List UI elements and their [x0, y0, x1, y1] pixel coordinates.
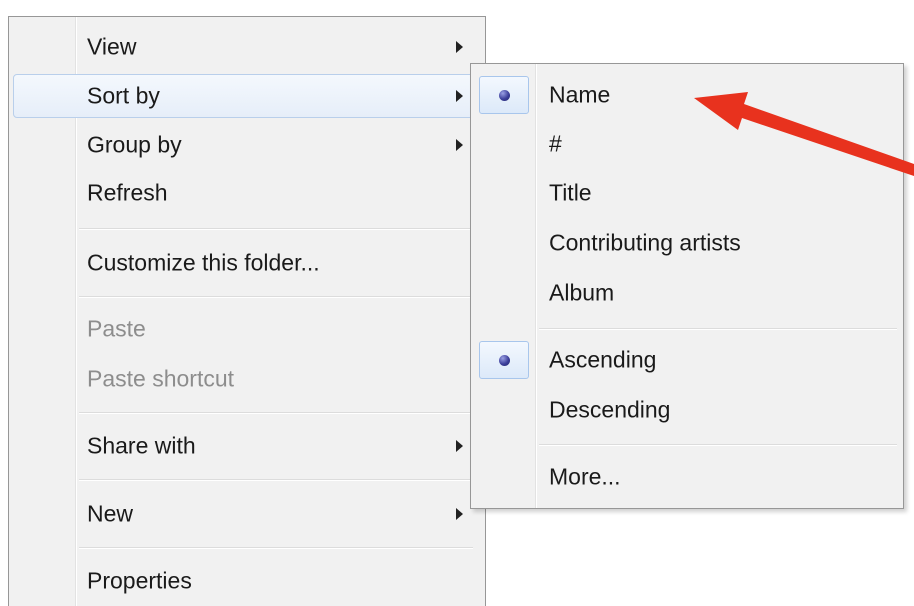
radio-checked-indicator	[479, 341, 529, 379]
menu-item-paste[interactable]: Paste	[13, 307, 479, 351]
sort-option-number[interactable]: #	[475, 122, 899, 166]
menu-item-customize-folder[interactable]: Customize this folder...	[13, 241, 479, 285]
menu-item-paste-shortcut[interactable]: Paste shortcut	[13, 357, 479, 401]
sort-option-more[interactable]: More...	[475, 455, 899, 499]
menu-separator	[539, 444, 897, 446]
menu-item-label: Customize this folder...	[87, 249, 320, 276]
menu-item-label: Paste	[87, 315, 146, 342]
submenu-arrow-icon	[456, 440, 463, 452]
menu-item-share-with[interactable]: Share with	[13, 424, 479, 468]
radio-checked-indicator	[479, 76, 529, 114]
menu-item-group-by[interactable]: Group by	[13, 123, 479, 167]
submenu-arrow-icon	[456, 508, 463, 520]
sort-order-descending[interactable]: Descending	[475, 388, 899, 432]
menu-item-refresh[interactable]: Refresh	[13, 171, 479, 215]
radio-dot-icon	[498, 354, 510, 366]
menu-separator	[79, 547, 473, 549]
sort-option-title[interactable]: Title	[475, 171, 899, 215]
menu-item-view[interactable]: View	[13, 25, 479, 69]
menu-item-sort-by[interactable]: Sort by	[13, 74, 479, 118]
menu-item-label: Refresh	[87, 179, 168, 206]
menu-separator	[79, 412, 473, 414]
radio-dot-icon	[498, 89, 510, 101]
menu-item-label: Group by	[87, 131, 182, 158]
screen: View Sort by Group by Refresh Customize …	[0, 0, 914, 606]
submenu-arrow-icon	[456, 139, 463, 151]
menu-separator	[539, 328, 897, 330]
menu-item-label: Properties	[87, 567, 192, 594]
menu-item-properties[interactable]: Properties	[13, 559, 479, 603]
sort-option-name[interactable]: Name	[475, 73, 899, 117]
menu-item-label: Sort by	[87, 82, 160, 109]
sort-option-contributing-artists[interactable]: Contributing artists	[475, 221, 899, 265]
menu-item-label: Ascending	[549, 346, 657, 373]
context-menu: View Sort by Group by Refresh Customize …	[8, 16, 486, 606]
menu-separator	[79, 296, 473, 298]
menu-item-label: New	[87, 500, 134, 527]
sort-by-submenu: Name # Title Contributing artists Album …	[470, 63, 904, 509]
menu-item-label: Name	[549, 81, 611, 108]
submenu-arrow-icon	[456, 41, 463, 53]
sort-option-album[interactable]: Album	[475, 271, 899, 315]
menu-item-label: Descending	[549, 396, 671, 423]
menu-item-label: Contributing artists	[549, 229, 741, 256]
menu-item-label: Paste shortcut	[87, 365, 235, 392]
menu-separator	[79, 228, 473, 230]
menu-separator	[79, 479, 473, 481]
submenu-arrow-icon	[456, 90, 463, 102]
menu-item-label: #	[549, 130, 562, 157]
menu-item-label: More...	[549, 463, 621, 490]
menu-item-label: Share with	[87, 432, 196, 459]
menu-item-label: View	[87, 33, 137, 60]
menu-item-label: Title	[549, 179, 592, 206]
menu-item-new[interactable]: New	[13, 492, 479, 536]
sort-order-ascending[interactable]: Ascending	[475, 338, 899, 382]
menu-item-label: Album	[549, 279, 615, 306]
